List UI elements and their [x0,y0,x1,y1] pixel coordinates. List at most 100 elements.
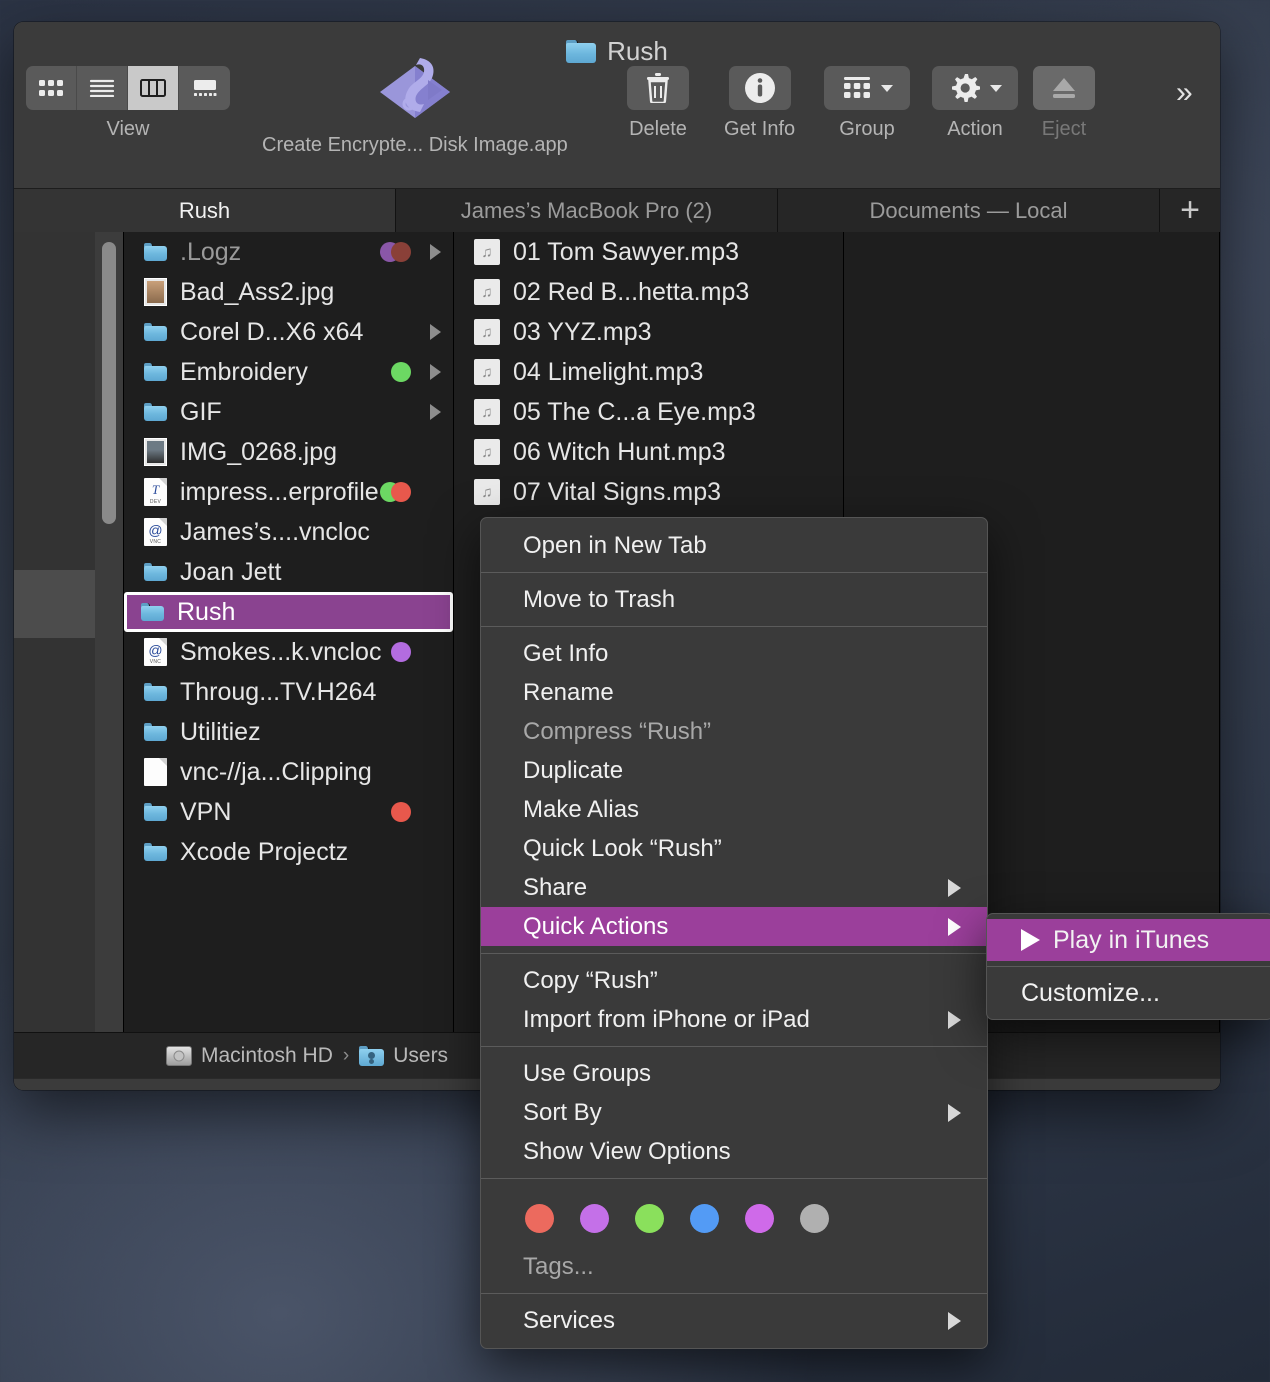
file-row[interactable]: Bad_Ass2.jpg [124,272,453,312]
song-row[interactable]: ♫ 06 Witch Hunt.mp3 [454,432,843,472]
tag-color-dot[interactable] [800,1204,829,1233]
submenu-item-customize[interactable]: Customize... [987,972,1270,1014]
files-column[interactable]: .Logz Bad_Ass2.jpg Corel D...X6 x64 Embroid… [124,232,454,1032]
song-row[interactable]: ♫ 07 Vital Signs.mp3 [454,472,843,512]
file-name: Corel D...X6 x64 [180,317,364,346]
file-row[interactable]: vnc-//ja...Clipping [124,752,453,792]
tag-color-dot[interactable] [690,1204,719,1233]
tab-bar: Rush James’s MacBook Pro (2) Documents —… [14,188,1220,232]
vnc-document-icon: @ VNC [144,518,167,546]
menu-item-get-info[interactable]: Get Info [481,634,987,673]
folder-icon [144,843,167,861]
file-name: Bad_Ass2.jpg [180,277,335,306]
song-row[interactable]: ♫ 03 YYZ.mp3 [454,312,843,352]
song-row[interactable]: ♫ 05 The C...a Eye.mp3 [454,392,843,432]
file-row[interactable]: Utilitiez [124,712,453,752]
menu-item-open-in-new-tab[interactable]: Open in New Tab [481,526,987,565]
menu-item-quick-actions[interactable]: Quick Actions [481,907,987,946]
file-name: impress...erprofile [180,477,379,506]
tag-color-dot[interactable] [745,1204,774,1233]
previous-column[interactable] [14,232,124,1032]
file-row[interactable]: @ VNC Smokes...k.vncloc [124,632,453,672]
file-row-selected[interactable]: Rush [124,592,453,632]
file-row[interactable]: Corel D...X6 x64 [124,312,453,352]
menu-item-share[interactable]: Share [481,868,987,907]
song-row[interactable]: ♫ 02 Red B...hetta.mp3 [454,272,843,312]
tag-dot [391,802,411,822]
file-row[interactable]: Joan Jett [124,552,453,592]
menu-item-sort-by[interactable]: Sort By [481,1093,987,1132]
column-view-button[interactable] [128,66,179,110]
tab-documents-local[interactable]: Documents — Local [778,189,1160,232]
scrollbar-thumb[interactable] [102,242,116,524]
view-switcher[interactable]: View [26,66,230,141]
list-view-button[interactable] [77,66,128,110]
folder-icon [566,39,597,63]
menu-item-label: Compress “Rush” [523,717,712,745]
menu-separator [481,1046,987,1047]
file-row[interactable]: IMG_0268.jpg [124,432,453,472]
submenu-item-play-in-itunes[interactable]: Play in iTunes [987,919,1270,961]
delete-button[interactable]: Delete [627,66,689,141]
create-encrypted-disk-image-button[interactable]: Create Encrypte... Disk Image.app [262,52,568,157]
group-button[interactable]: Group [824,66,910,141]
tag-color-dot[interactable] [525,1204,554,1233]
delete-label: Delete [629,118,687,140]
menu-separator [481,626,987,627]
dev-document-icon: T DEV [144,478,167,506]
quick-actions-submenu[interactable]: Play in iTunes Customize... [986,913,1270,1020]
menu-item-label: Rename [523,678,614,706]
icon-view-button[interactable] [26,66,77,110]
file-row[interactable]: T DEV impress...erprofile [124,472,453,512]
get-info-button[interactable]: Get Info [724,66,795,141]
file-row[interactable]: GIF [124,392,453,432]
tag-color-row[interactable] [481,1186,987,1247]
menu-item-copy-rush[interactable]: Copy “Rush” [481,961,987,1000]
file-row[interactable]: Throug...TV.H264 [124,672,453,712]
new-tab-button[interactable]: + [1160,189,1220,232]
tab-james-macbook-pro[interactable]: James’s MacBook Pro (2) [396,189,778,232]
path-item-users[interactable]: Users [359,1044,448,1068]
file-row[interactable]: VPN [124,792,453,832]
tag-dot [391,642,411,662]
song-row[interactable]: ♫ 01 Tom Sawyer.mp3 [454,232,843,272]
toolbar-overflow-button[interactable]: » [1176,76,1193,110]
menu-item-label: Open in New Tab [523,531,707,559]
menu-item-use-groups[interactable]: Use Groups [481,1054,987,1093]
menu-item-move-to-trash[interactable]: Move to Trash [481,580,987,619]
song-name: 01 Tom Sawyer.mp3 [513,237,740,266]
previous-column-scrollbar[interactable] [95,232,123,1032]
menu-item-quick-look-rush[interactable]: Quick Look “Rush” [481,829,987,868]
tag-dots [391,362,411,382]
menu-item-label: Show View Options [523,1137,731,1165]
gallery-view-button[interactable] [179,66,230,110]
menu-item-compress-rush[interactable]: Compress “Rush” [481,712,987,751]
tab-rush[interactable]: Rush [14,189,396,232]
song-row[interactable]: ♫ 04 Limelight.mp3 [454,352,843,392]
menu-item-label: Get Info [523,639,609,667]
create-encrypted-disk-image-label: Create Encrypte... Disk Image.app [262,134,568,156]
menu-item-make-alias[interactable]: Make Alias [481,790,987,829]
file-row[interactable]: Xcode Projectz [124,832,453,872]
menu-item-label: Quick Look “Rush” [523,834,722,862]
action-button[interactable]: Action [932,66,1018,141]
context-menu[interactable]: Open in New Tab Move to Trash Get Info Rena… [480,517,988,1349]
menu-item-rename[interactable]: Rename [481,673,987,712]
tag-color-dot[interactable] [580,1204,609,1233]
vnc-document-icon: @ VNC [144,638,167,666]
disclosure-arrow-icon [430,404,441,420]
menu-item-import-from-iphone-or-ipad[interactable]: Import from iPhone or iPad [481,1000,987,1039]
menu-item-show-view-options[interactable]: Show View Options [481,1132,987,1171]
file-row[interactable]: Embroidery [124,352,453,392]
menu-item-tags[interactable]: Tags... [481,1247,987,1286]
file-row[interactable]: @ VNC James’s....vncloc [124,512,453,552]
file-row[interactable]: .Logz [124,232,453,272]
menu-item-services[interactable]: Services [481,1301,987,1340]
menu-item-label: Make Alias [523,795,640,823]
photo-icon [144,438,167,466]
file-name: Smokes...k.vncloc [180,637,382,666]
menu-item-label: Import from iPhone or iPad [523,1005,810,1033]
menu-item-duplicate[interactable]: Duplicate [481,751,987,790]
tag-color-dot[interactable] [635,1204,664,1233]
path-item-macintosh-hd[interactable]: Macintosh HD [166,1044,333,1068]
